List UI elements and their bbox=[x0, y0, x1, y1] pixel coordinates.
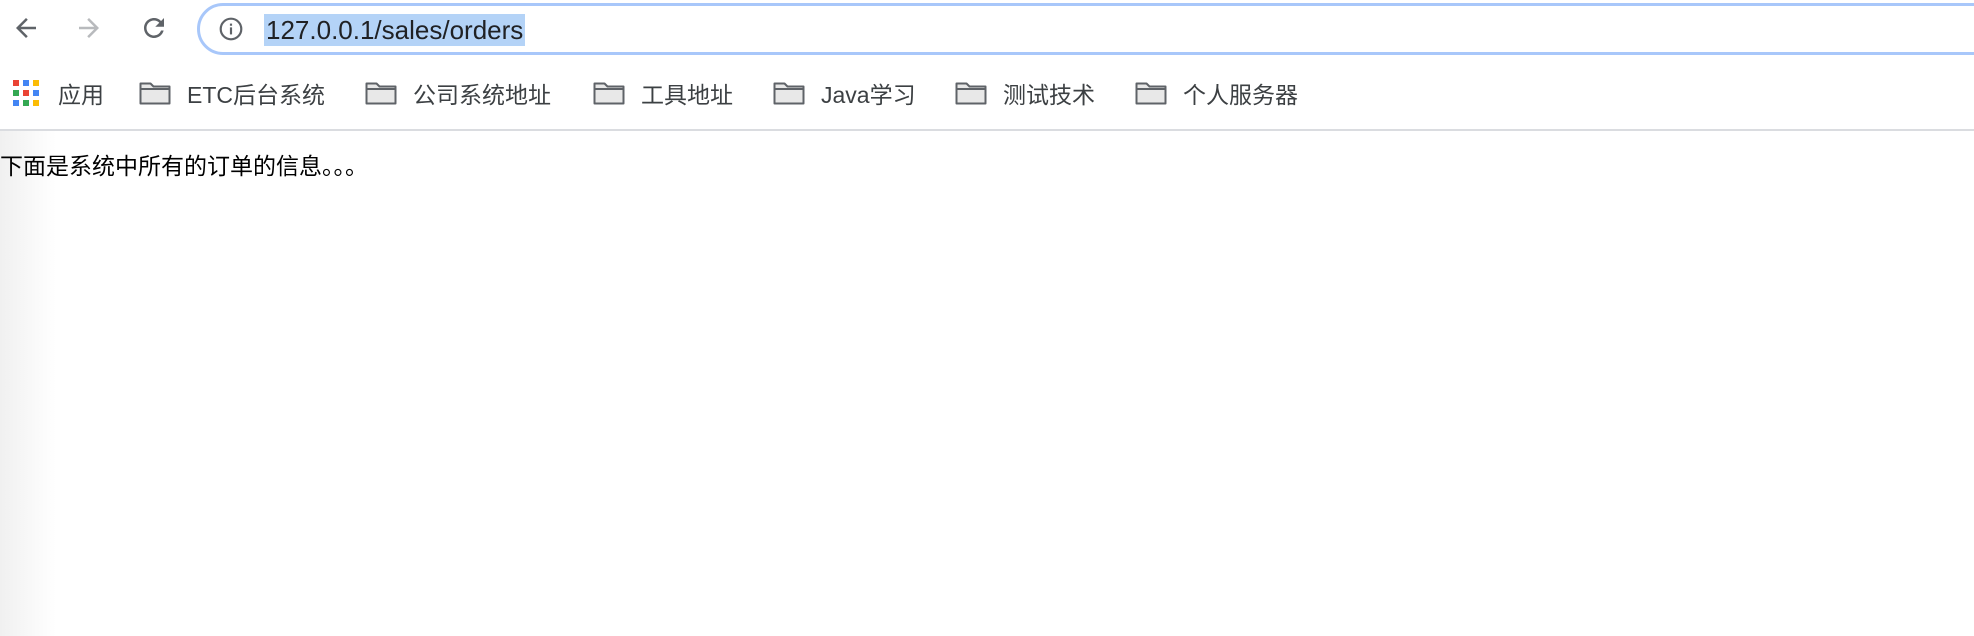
bookmark-folder-company[interactable]: 公司系统地址 bbox=[365, 70, 551, 116]
browser-toolbar: 127.0.0.1/sales/orders bbox=[0, 0, 1974, 60]
folder-icon bbox=[1135, 80, 1167, 106]
browser-window: 127.0.0.1/sales/orders 应用 ETC后台系统 公司系统地址… bbox=[0, 0, 1974, 636]
folder-icon bbox=[773, 80, 805, 106]
folder-icon bbox=[593, 80, 625, 106]
folder-icon bbox=[139, 80, 171, 106]
bookmark-label: Java学习 bbox=[821, 82, 916, 108]
back-button[interactable] bbox=[4, 6, 48, 50]
bookmarks-bar: 应用 ETC后台系统 公司系统地址 工具地址 Java学习 测试技术 个人服务器 bbox=[0, 70, 1974, 116]
folder-icon bbox=[955, 80, 987, 106]
bookmark-folder-testing[interactable]: 测试技术 bbox=[955, 70, 1095, 116]
page-content: 下面是系统中所有的订单的信息。。。 bbox=[0, 131, 1974, 636]
forward-button[interactable] bbox=[67, 6, 111, 50]
bookmark-label: ETC后台系统 bbox=[187, 82, 325, 108]
bookmark-apps[interactable]: 应用 bbox=[12, 70, 104, 116]
bookmark-folder-tools[interactable]: 工具地址 bbox=[593, 70, 733, 116]
arrow-left-icon bbox=[16, 18, 36, 38]
address-bar[interactable]: 127.0.0.1/sales/orders bbox=[197, 3, 1974, 55]
reload-icon bbox=[144, 18, 164, 38]
bookmark-folder-server[interactable]: 个人服务器 bbox=[1135, 70, 1298, 116]
bookmark-label: 个人服务器 bbox=[1183, 82, 1298, 108]
url-text[interactable]: 127.0.0.1/sales/orders bbox=[264, 14, 526, 46]
bookmark-folder-java[interactable]: Java学习 bbox=[773, 70, 916, 116]
bookmark-label: 工具地址 bbox=[641, 82, 733, 108]
info-circle-icon[interactable] bbox=[218, 16, 244, 42]
reload-button[interactable] bbox=[132, 6, 176, 50]
orders-message: 下面是系统中所有的订单的信息。。。 bbox=[0, 154, 368, 180]
page-edge-shadow bbox=[0, 131, 56, 636]
bookmark-apps-label: 应用 bbox=[58, 82, 104, 108]
bookmark-label: 公司系统地址 bbox=[413, 82, 551, 108]
apps-grid-icon bbox=[13, 80, 39, 106]
folder-icon bbox=[365, 80, 397, 106]
bookmark-label: 测试技术 bbox=[1003, 82, 1095, 108]
arrow-right-icon bbox=[79, 18, 99, 38]
bookmark-folder-etc[interactable]: ETC后台系统 bbox=[139, 70, 325, 116]
